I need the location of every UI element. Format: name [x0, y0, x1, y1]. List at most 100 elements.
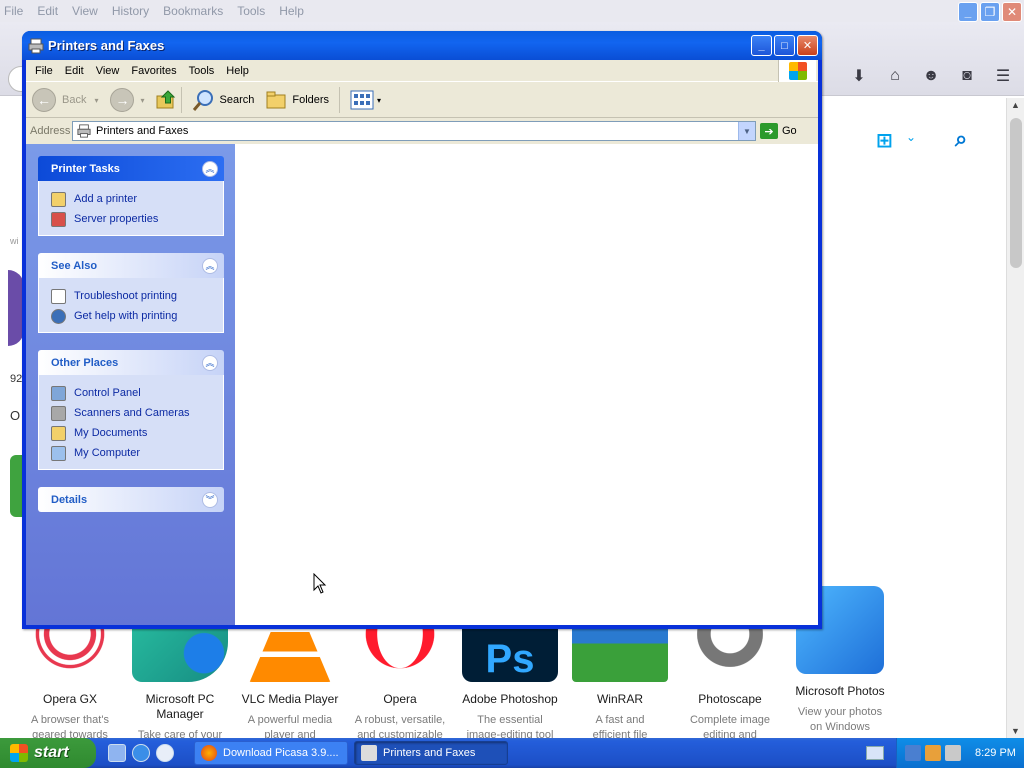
internet-explorer-icon[interactable]: [132, 744, 150, 762]
partial-text: wi: [10, 236, 19, 246]
ff-menu-help[interactable]: Help: [279, 4, 304, 18]
panel-header[interactable]: Printer Tasks ︽: [38, 156, 224, 181]
volume-icon[interactable]: [945, 745, 961, 761]
app-desc: on Windows: [810, 721, 870, 733]
taskbar-item-printers[interactable]: Printers and Faxes: [354, 741, 508, 765]
folders-button[interactable]: Folders: [266, 90, 329, 110]
address-label: Address: [30, 125, 71, 137]
menu-view[interactable]: View: [96, 65, 120, 77]
search-button[interactable]: Search: [192, 88, 254, 112]
smiley-icon[interactable]: ☻: [920, 67, 942, 85]
control-panel-icon: [51, 385, 66, 401]
task-add-printer[interactable]: Add a printer: [51, 189, 223, 209]
go-button[interactable]: ➔ Go: [760, 123, 797, 139]
quick-launch: [108, 744, 174, 762]
tray-app-icon[interactable]: [925, 745, 941, 761]
network-icon[interactable]: [905, 745, 921, 761]
media-player-icon[interactable]: [156, 744, 174, 762]
ff-menu-tools[interactable]: Tools: [237, 4, 265, 18]
window-buttons: _ □ ✕: [751, 35, 818, 56]
menu-file[interactable]: File: [35, 65, 53, 77]
clock[interactable]: 8:29 PM: [975, 747, 1016, 759]
explorer-menubar: File Edit View Favorites Tools Help: [26, 60, 818, 82]
up-folder-button[interactable]: [155, 89, 177, 111]
panel-header[interactable]: Other Places ︽: [38, 350, 224, 375]
maximize-button[interactable]: □: [774, 35, 795, 56]
expand-icon[interactable]: ︾: [202, 491, 218, 508]
close-button[interactable]: ✕: [797, 35, 818, 56]
taskbar-item-firefox[interactable]: Download Picasa 3.9....: [194, 741, 348, 765]
windows-logo-icon[interactable]: ⊞: [876, 128, 893, 153]
folders-label: Folders: [292, 94, 330, 106]
app-desc: The essential: [477, 714, 543, 726]
scroll-thumb[interactable]: [1010, 118, 1022, 268]
address-dropdown-icon[interactable]: ▼: [738, 122, 755, 140]
ff-close-button[interactable]: ✕: [1002, 2, 1022, 22]
panel-title: See Also: [51, 259, 98, 272]
task-server-properties[interactable]: Server properties: [51, 209, 223, 229]
app-desc: A robust, versatile,: [354, 714, 446, 726]
link-troubleshoot-printing[interactable]: Troubleshoot printing: [51, 286, 223, 306]
collapse-icon[interactable]: ︽: [202, 257, 218, 274]
collapse-icon[interactable]: ︽: [202, 160, 218, 177]
collapse-icon[interactable]: ︽: [202, 354, 218, 371]
link-my-computer[interactable]: My Computer: [51, 443, 223, 463]
dropdown-arrow-icon[interactable]: ▾: [94, 96, 98, 105]
dropdown-arrow-icon[interactable]: ▾: [140, 96, 144, 105]
explorer-toolbar: ← Back ▾ → ▾ Search Folders ▾: [26, 83, 818, 118]
ff-menu-edit[interactable]: Edit: [37, 4, 58, 18]
search-icon: [192, 90, 213, 111]
app-desc: Complete image: [689, 714, 771, 726]
ff-scrollbar[interactable]: ▲ ▼: [1006, 98, 1024, 738]
task-label: Add a printer: [74, 193, 137, 205]
hamburger-menu-icon[interactable]: ☰: [992, 66, 1014, 86]
ff-menu-view[interactable]: View: [72, 4, 98, 18]
address-input[interactable]: Printers and Faxes ▼: [72, 121, 756, 141]
views-button[interactable]: ▾: [350, 90, 381, 110]
menu-help[interactable]: Help: [226, 65, 249, 77]
scroll-down-icon[interactable]: ▼: [1011, 726, 1020, 736]
ff-menu-history[interactable]: History: [112, 4, 149, 18]
window-titlebar[interactable]: Printers and Faxes: [22, 31, 822, 60]
scroll-up-icon[interactable]: ▲: [1011, 100, 1020, 110]
partial-text: 92: [10, 373, 23, 385]
panel-header[interactable]: See Also ︽: [38, 253, 224, 278]
ff-restore-button[interactable]: ❐: [980, 2, 1000, 22]
panel-header[interactable]: Details ︾: [38, 487, 224, 512]
views-icon: [350, 90, 374, 110]
home-icon[interactable]: ⌂: [884, 67, 906, 85]
forward-arrow-icon: →: [110, 88, 135, 112]
link-scanners-cameras[interactable]: Scanners and Cameras: [51, 403, 223, 423]
pocket-icon[interactable]: ◙: [956, 67, 978, 85]
app-name: Microsoft PC Manager: [145, 692, 215, 721]
start-button[interactable]: start: [0, 738, 96, 768]
toolbar-separator: [180, 87, 182, 113]
printer-icon: [77, 124, 91, 138]
minimize-button[interactable]: _: [751, 35, 772, 56]
menu-favorites[interactable]: Favorites: [131, 65, 176, 77]
ff-minimize-button[interactable]: _: [958, 2, 978, 22]
download-icon[interactable]: ⬇: [848, 66, 870, 86]
panel-title: Details: [51, 493, 88, 506]
forward-button[interactable]: → ▾: [110, 88, 145, 112]
link-my-documents[interactable]: My Documents: [51, 423, 223, 443]
site-search-icon[interactable]: ⌕: [955, 126, 967, 152]
start-label: start: [34, 744, 69, 761]
link-get-help-printing[interactable]: Get help with printing: [51, 306, 223, 326]
help-question-icon: [51, 288, 66, 304]
printer-icon: [28, 38, 44, 53]
link-label: Get help with printing: [74, 310, 178, 322]
back-button[interactable]: ← Back ▾: [32, 88, 98, 112]
back-arrow-icon: ←: [32, 88, 56, 112]
ff-menu-file[interactable]: File: [4, 4, 23, 18]
link-control-panel[interactable]: Control Panel: [51, 383, 223, 403]
ff-menu-bookmarks[interactable]: Bookmarks: [163, 4, 223, 18]
printers-list-area[interactable]: [235, 144, 818, 625]
chevron-down-icon[interactable]: ⌄: [906, 130, 916, 144]
link-label: Control Panel: [74, 387, 141, 399]
show-desktop-icon[interactable]: [108, 744, 126, 762]
menu-edit[interactable]: Edit: [65, 65, 84, 77]
language-bar-icon[interactable]: [866, 746, 884, 760]
panel-content: Control Panel Scanners and Cameras My Do…: [38, 375, 224, 470]
menu-tools[interactable]: Tools: [189, 65, 215, 77]
